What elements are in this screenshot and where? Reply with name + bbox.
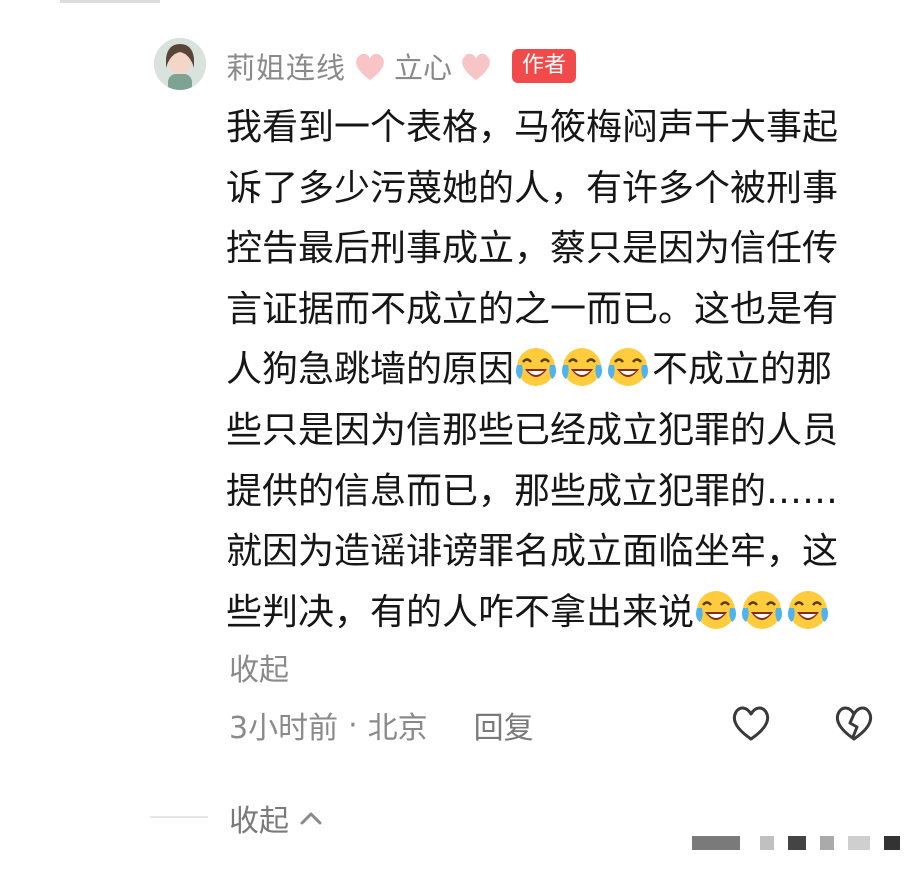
comment-meta: 3小时前 · 北京 回复 [229,703,534,747]
comment-line: 人狗急跳墙的原因 不成立的那 [226,340,890,401]
avatar[interactable] [154,38,206,90]
comment-segment: 人狗急跳墙的原因 [226,349,515,391]
pink-heart-icon [356,53,384,80]
comment-time: 3小时前 [229,711,339,746]
reply-thread-divider [150,816,208,818]
pink-heart-icon [462,53,490,80]
collapse-replies-label: 收起 [229,804,289,839]
comment-line: 提供的信息而已，那些成立犯罪的…… [226,470,839,512]
watermark [692,836,740,850]
comment-line: 言证据而不成立的之一而已。这也是有 [226,288,839,330]
collapse-text-link[interactable]: 收起 [229,645,289,689]
comment-line: 诉了多少污蔑她的人，有许多个被刑事 [226,167,839,209]
broken-heart-icon[interactable] [832,703,876,743]
top-divider [60,0,160,3]
laugh-crying-emoji [608,348,649,387]
laugh-crying-emoji [788,590,829,629]
laugh-crying-emoji [516,348,557,387]
author-badge: 作者 [512,49,577,83]
watermark [760,836,774,850]
comment-line: 我看到一个表格，马筱梅闷声干大事起 [226,107,839,148]
laugh-crying-emoji [742,590,783,629]
chevron-up-icon [300,812,322,825]
user-title: 立心 [394,51,453,85]
comment-line: 些判决，有的人咋不拿出来说 [226,583,890,644]
heart-outline-icon[interactable] [729,703,773,743]
watermark [884,836,900,850]
comment-text: 我看到一个表格，马筱梅闷声干大事起 诉了多少污蔑她的人，有许多个被刑事 控告最后… [226,98,890,643]
meta-separator: · [348,707,358,743]
comment-segment: 些判决，有的人咋不拿出来说 [226,591,695,633]
comment-segment: 不成立的那 [652,349,833,391]
watermark [820,836,834,850]
comment-location: 北京 [367,711,428,746]
comment-line: 就因为造谣诽谤罪名成立面临坐牢，这 [226,531,839,573]
avatar-image [154,38,206,90]
reply-button[interactable]: 回复 [474,703,534,747]
watermark [848,836,870,850]
username[interactable]: 莉姐连线 [226,45,346,87]
laugh-crying-emoji [562,348,603,387]
laugh-crying-emoji [696,590,737,629]
comment-line: 些只是因为信那些已经成立犯罪的人员 [226,409,839,451]
comment-header: 莉姐连线 立心 作者 [226,44,577,88]
collapse-replies-button[interactable]: 收起 [229,796,323,840]
comment-line: 控告最后刑事成立，蔡只是因为信任传 [226,228,839,270]
watermark [788,836,806,850]
